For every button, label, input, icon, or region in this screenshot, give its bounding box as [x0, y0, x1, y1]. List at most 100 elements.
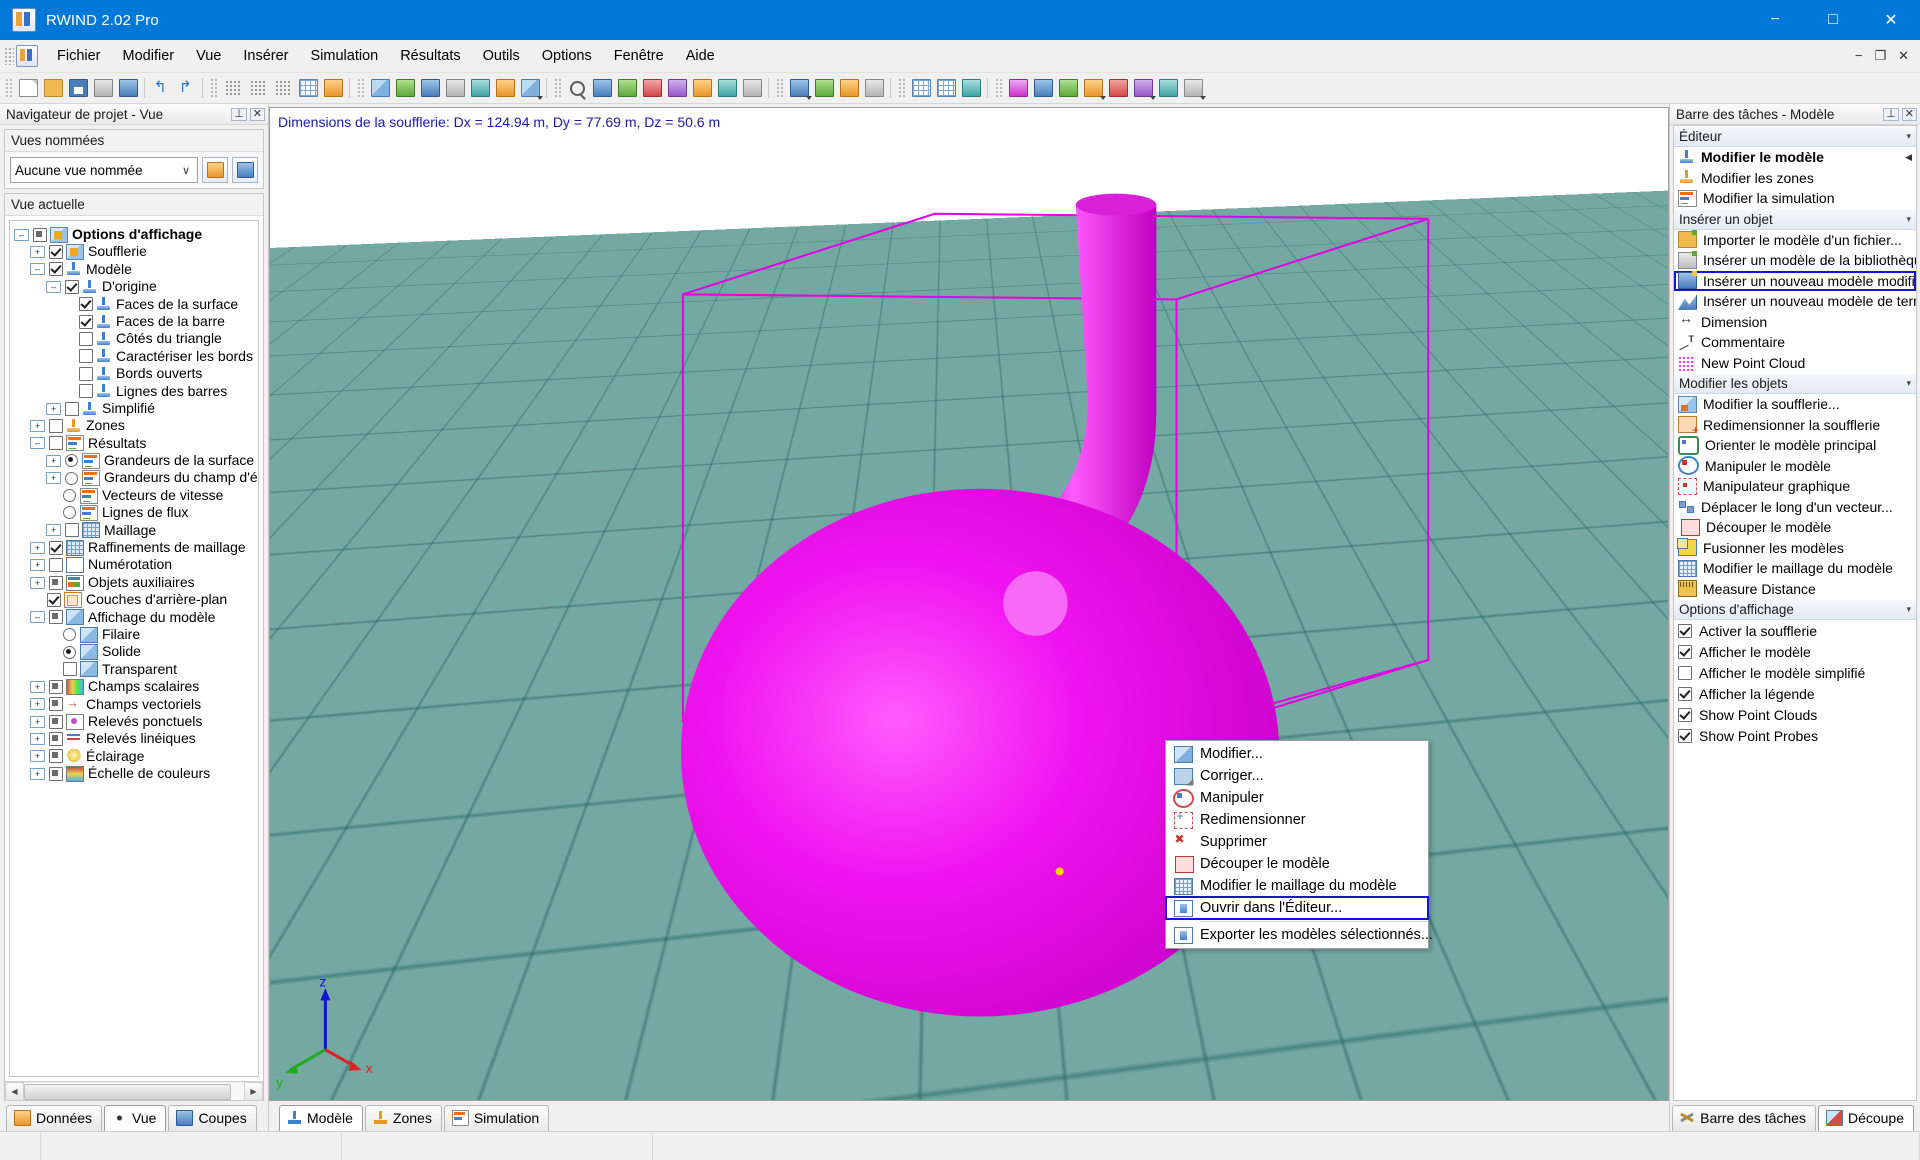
menu-aide[interactable]: Aide	[675, 43, 726, 69]
view-button-4[interactable]	[443, 76, 467, 100]
tree-checkbox[interactable]	[79, 367, 93, 381]
tree-item[interactable]: +Numérotation	[14, 556, 256, 573]
zoom-button-3[interactable]	[615, 76, 639, 100]
tree-item[interactable]: Transparent	[14, 661, 256, 678]
tree-checkbox[interactable]	[49, 715, 63, 729]
tree-expander[interactable]: +	[30, 559, 45, 571]
result-button-5[interactable]	[1106, 76, 1130, 100]
tree-expander[interactable]: –	[46, 281, 61, 293]
zoom-button-6[interactable]	[690, 76, 714, 100]
print-preview-button[interactable]	[116, 76, 140, 100]
chevron-down-icon[interactable]: ▾	[1906, 378, 1911, 389]
tree-expander[interactable]: +	[30, 577, 45, 589]
collapse-arrow-icon[interactable]: ◀	[1905, 152, 1912, 163]
display-option-row[interactable]: Show Point Clouds	[1674, 704, 1916, 725]
tab-modele[interactable]: Modèle	[279, 1105, 363, 1131]
tree-checkbox[interactable]	[49, 558, 63, 572]
tree-horizontal-scrollbar[interactable]: ◀ ▶	[5, 1081, 263, 1100]
menu-options[interactable]: Options	[531, 43, 603, 69]
scroll-right-arrow[interactable]: ▶	[244, 1082, 263, 1101]
menu-modifier[interactable]: Modifier	[112, 43, 186, 69]
chevron-down-icon[interactable]: ▾	[1906, 131, 1911, 142]
task-item[interactable]: Manipuler le modèle	[1674, 456, 1916, 477]
tree-checkbox[interactable]	[47, 593, 61, 607]
scroll-thumb[interactable]	[24, 1084, 231, 1100]
doc-close-button[interactable]: ✕	[1893, 48, 1914, 64]
tree-checkbox[interactable]	[49, 767, 63, 781]
tree-radio[interactable]	[63, 628, 76, 641]
tree-checkbox[interactable]	[49, 610, 63, 624]
tree-checkbox[interactable]	[49, 541, 63, 555]
context-menu-item[interactable]: Découper le modèle	[1166, 853, 1428, 875]
display-option-checkbox[interactable]	[1678, 624, 1692, 638]
grid-button-5[interactable]	[321, 76, 345, 100]
section-header[interactable]: Modifier les objets▾	[1674, 373, 1916, 394]
menu-fenetre[interactable]: Fenêtre	[603, 43, 675, 69]
toolbar-grip-4[interactable]	[554, 78, 561, 98]
task-item[interactable]: Découper le modèle	[1674, 517, 1916, 538]
task-item[interactable]: Modifier le modèle◀	[1674, 147, 1916, 168]
tab-donnees[interactable]: Données	[6, 1105, 102, 1131]
task-item[interactable]: Déplacer le long d'un vecteur...	[1674, 497, 1916, 518]
menu-fichier[interactable]: Fichier	[46, 43, 112, 69]
tree-expander[interactable]: +	[30, 246, 45, 258]
display-option-checkbox[interactable]	[1678, 729, 1692, 743]
task-item[interactable]: Orienter le modèle principal	[1674, 435, 1916, 456]
context-menu-item[interactable]: Manipuler	[1166, 787, 1428, 809]
tree-checkbox[interactable]	[49, 732, 63, 746]
zoom-button-4[interactable]	[640, 76, 664, 100]
model-context-menu[interactable]: Modifier...Corriger...ManipulerRedimensi…	[1165, 740, 1429, 949]
tree-item[interactable]: Faces de la surface	[14, 296, 256, 313]
tree-item[interactable]: +Éclairage	[14, 748, 256, 765]
tree-item[interactable]: Couches d'arrière-plan	[14, 591, 256, 608]
tree-item[interactable]: –Modèle	[14, 261, 256, 278]
tree-item[interactable]: +Grandeurs du champ d'écoulen	[14, 469, 256, 486]
task-item[interactable]: Modifier le maillage du modèle	[1674, 558, 1916, 579]
section-header[interactable]: Éditeur▾	[1674, 126, 1916, 147]
tree-item[interactable]: Filaire	[14, 626, 256, 643]
open-file-button[interactable]	[41, 76, 65, 100]
result-button-1[interactable]	[1006, 76, 1030, 100]
tree-checkbox[interactable]	[49, 680, 63, 694]
tree-checkbox[interactable]	[65, 402, 79, 416]
view-button-5[interactable]	[468, 76, 492, 100]
context-menu-item[interactable]: Exporter les modèles sélectionnés...	[1166, 924, 1428, 946]
tree-expander[interactable]: –	[30, 263, 45, 275]
display-option-row[interactable]: Afficher la légende	[1674, 683, 1916, 704]
tree-checkbox[interactable]	[79, 297, 93, 311]
tree-item[interactable]: –Options d'affichage	[14, 226, 256, 243]
tree-expander[interactable]: +	[46, 455, 61, 467]
tree-expander[interactable]: +	[30, 698, 45, 710]
view-button-3[interactable]	[418, 76, 442, 100]
render-button-1[interactable]	[787, 76, 811, 100]
context-menu-item[interactable]: Corriger...	[1166, 765, 1428, 787]
context-menu-item[interactable]: Supprimer	[1166, 831, 1428, 853]
context-menu-item[interactable]: Modifier le maillage du modèle	[1166, 875, 1428, 897]
render-button-3[interactable]	[837, 76, 861, 100]
tree-item[interactable]: +Maillage	[14, 522, 256, 539]
tree-item[interactable]: +Zones	[14, 417, 256, 434]
zoom-button-2[interactable]	[590, 76, 614, 100]
view-button-7[interactable]	[518, 76, 542, 100]
display-option-checkbox[interactable]	[1678, 645, 1692, 659]
display-option-row[interactable]: Afficher le modèle	[1674, 641, 1916, 662]
result-button-7[interactable]	[1156, 76, 1180, 100]
tree-expander[interactable]: +	[46, 524, 61, 536]
tree-expander[interactable]: +	[30, 750, 45, 762]
render-button-4[interactable]	[862, 76, 886, 100]
tree-item[interactable]: Lignes de flux	[14, 504, 256, 521]
undo-button[interactable]	[149, 76, 173, 100]
tree-item[interactable]: –Résultats	[14, 435, 256, 452]
tab-zones[interactable]: Zones	[365, 1105, 442, 1131]
task-item[interactable]: Modifier la simulation	[1674, 188, 1916, 209]
tree-radio[interactable]	[65, 454, 78, 467]
new-file-button[interactable]	[16, 76, 40, 100]
tree-radio[interactable]	[65, 472, 78, 485]
tree-item[interactable]: +Champs vectoriels	[14, 696, 256, 713]
redo-button[interactable]	[174, 76, 198, 100]
toolbar-grip-7[interactable]	[995, 78, 1002, 98]
task-item[interactable]: Insérer un nouveau modèle de terrain...	[1674, 291, 1916, 312]
tree-checkbox[interactable]	[33, 228, 47, 242]
menu-inserer[interactable]: Insérer	[232, 43, 299, 69]
tree-expander[interactable]: +	[30, 542, 45, 554]
